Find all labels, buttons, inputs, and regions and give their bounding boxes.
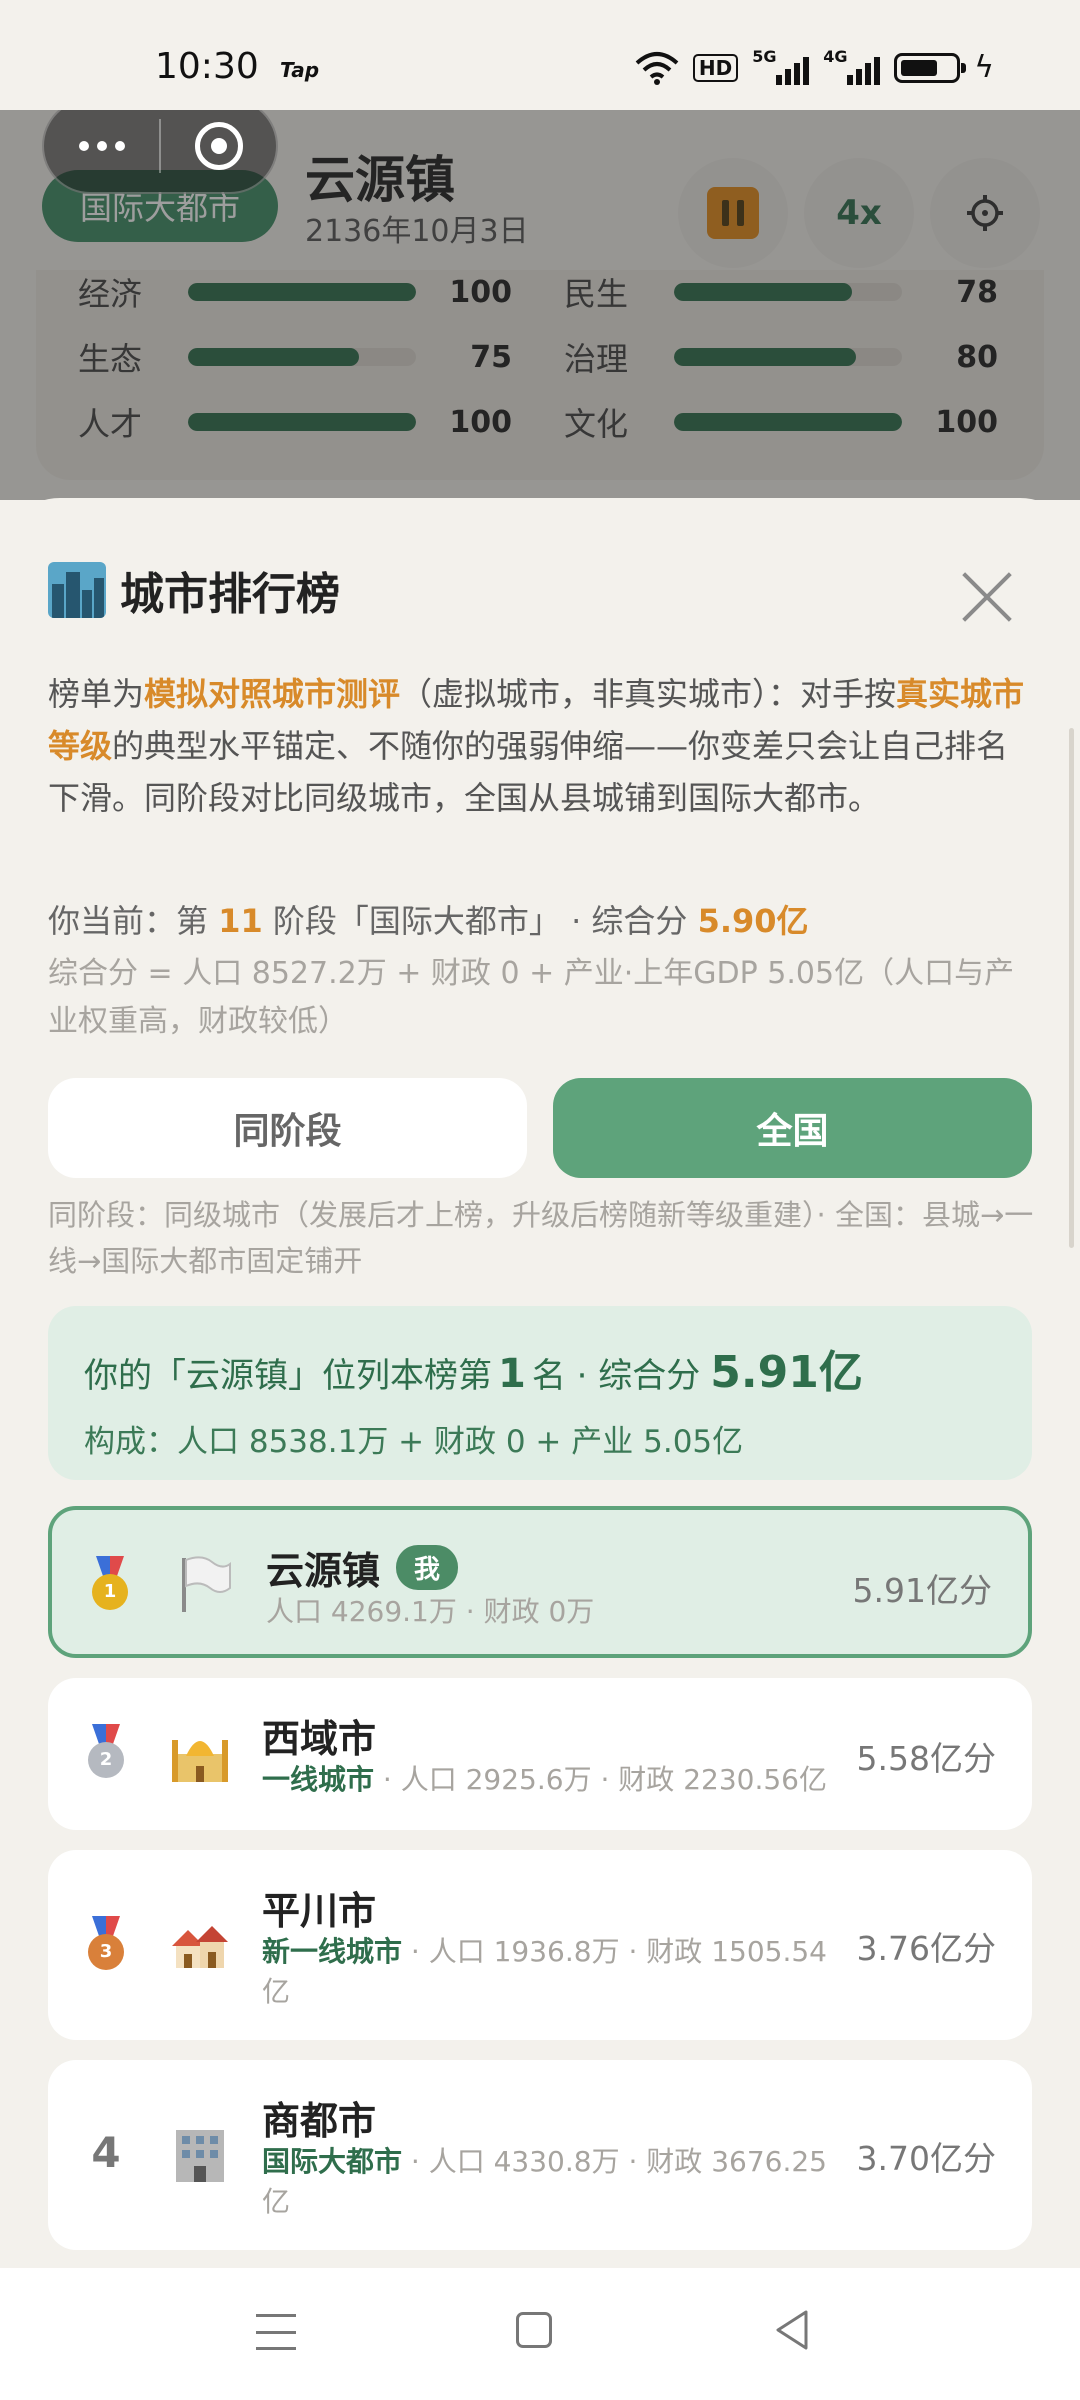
status-time: 10:30: [155, 46, 259, 87]
system-nav-bar: [0, 2268, 1080, 2400]
ranking-row[interactable]: 2 西域市 一线城市 · 人口 2925.6万 · 财政 2230.56亿 5.…: [48, 1678, 1032, 1830]
status-icons: HD 5G 4G ϟ: [635, 47, 994, 85]
ranking-tabs: 同阶段 全国: [48, 1078, 1032, 1178]
mosque-icon: [172, 1740, 228, 1782]
city-name-label: 商都市: [262, 2099, 377, 2143]
white-flag-icon: [182, 1556, 231, 1612]
my-rank-summary: 你的「云源镇」位列本榜第 1 名 · 综合分 5.91亿 构成：人口 8538.1万 …: [48, 1306, 1032, 1480]
menu-icon[interactable]: [256, 2314, 296, 2350]
status-bar: 10:30 Tap HD 5G 4G ϟ: [0, 0, 1080, 110]
signal-4g-icon: 4G: [823, 47, 881, 85]
silver-medal-icon: 2: [78, 1724, 134, 1780]
ranking-row-me[interactable]: 1 云源镇 我 人口 4269.1万 · 财政 0万 5.91亿分: [48, 1506, 1032, 1658]
close-button[interactable]: [960, 570, 1014, 624]
signal-5g-label: 5G: [752, 46, 777, 66]
home-icon[interactable]: [516, 2312, 552, 2348]
exit-miniprogram-button[interactable]: [161, 122, 276, 170]
tab-same-stage[interactable]: 同阶段: [48, 1078, 527, 1178]
tap-indicator: Tap: [280, 58, 320, 82]
city-score: 5.91亿分: [852, 1571, 992, 1610]
signal-4g-label: 4G: [823, 46, 848, 66]
ranking-row[interactable]: 3 平川市 新一线城市 · 人口 1936.8万 · 财政 1505.54亿 3…: [48, 1850, 1032, 2040]
score-formula: 综合分 = 人口 8527.2万 + 财政 0 + 产业·上年GDP 5.05亿…: [48, 956, 1015, 1039]
tab-description: 同阶段：同级城市（发展后才上榜，升级后榜随新等级重建）· 全国：县城→一线→国际…: [48, 1198, 1034, 1278]
my-score-composition: 构成：人口 8538.1万 + 财政 0 + 产业 5.05亿: [84, 1424, 744, 1460]
scrollbar[interactable]: [1069, 728, 1074, 1248]
battery-icon: [894, 52, 967, 83]
city-name-label: 云源镇: [266, 1549, 381, 1593]
tab-national[interactable]: 全国: [553, 1078, 1032, 1178]
ranking-list: 1 云源镇 我 人口 4269.1万 · 财政 0万 5.91亿分 2 西域市 …: [48, 1506, 1032, 2268]
city-name-label: 西域市: [262, 1717, 377, 1761]
hd-icon: HD: [692, 53, 739, 82]
target-icon: [194, 122, 243, 170]
houses-icon: [172, 1926, 228, 1968]
wifi-icon: [635, 51, 679, 85]
current-stage-line: 你当前：第 11 阶段「国际大都市」 · 综合分 5.90亿: [48, 902, 809, 940]
city-score: 3.76亿分: [856, 1929, 996, 1968]
cityscape-icon: [48, 562, 106, 618]
gold-medal-icon: 1: [82, 1556, 138, 1612]
more-icon[interactable]: [44, 141, 159, 151]
city-detail: 人口 4269.1万 · 财政 0万: [266, 1595, 595, 1628]
my-rank-line: 你的「云源镇」位列本榜第 1 名 · 综合分 5.91亿: [84, 1347, 863, 1398]
rank-number: 4: [91, 2128, 121, 2177]
city-name-label: 平川市: [262, 1889, 377, 1933]
miniprogram-capsule: [42, 98, 278, 194]
office-building-icon: [176, 2130, 224, 2182]
ranking-intro: 榜单为模拟对照城市测评（虚拟城市，非真实城市）：对手按真实城市等级的典型水平锚定…: [48, 675, 1025, 817]
ranking-sheet: 城市排行榜 榜单为模拟对照城市测评（虚拟城市，非真实城市）：对手按真实城市等级的…: [0, 498, 1080, 2268]
signal-5g-icon: 5G: [752, 47, 810, 85]
back-icon[interactable]: [772, 2308, 812, 2352]
city-detail: 国际大都市 · 人口 4330.8万 · 财政 3676.25亿: [262, 2145, 827, 2218]
city-score: 5.58亿分: [856, 1739, 996, 1778]
city-detail: 新一线城市 · 人口 1936.8万 · 财政 1505.54亿: [262, 1935, 827, 2008]
city-score: 3.70亿分: [856, 2139, 996, 2178]
me-badge: 我: [396, 1545, 459, 1590]
sheet-header: 城市排行榜: [48, 558, 340, 622]
sheet-title: 城市排行榜: [120, 569, 340, 620]
charging-icon: ϟ: [974, 50, 994, 85]
ranking-row[interactable]: 4 商都市 国际大都市 · 人口 4330.8万 · 财政 3676.25亿 3…: [48, 2060, 1032, 2250]
city-detail: 一线城市 · 人口 2925.6万 · 财政 2230.56亿: [262, 1763, 827, 1796]
bronze-medal-icon: 3: [78, 1916, 134, 1972]
